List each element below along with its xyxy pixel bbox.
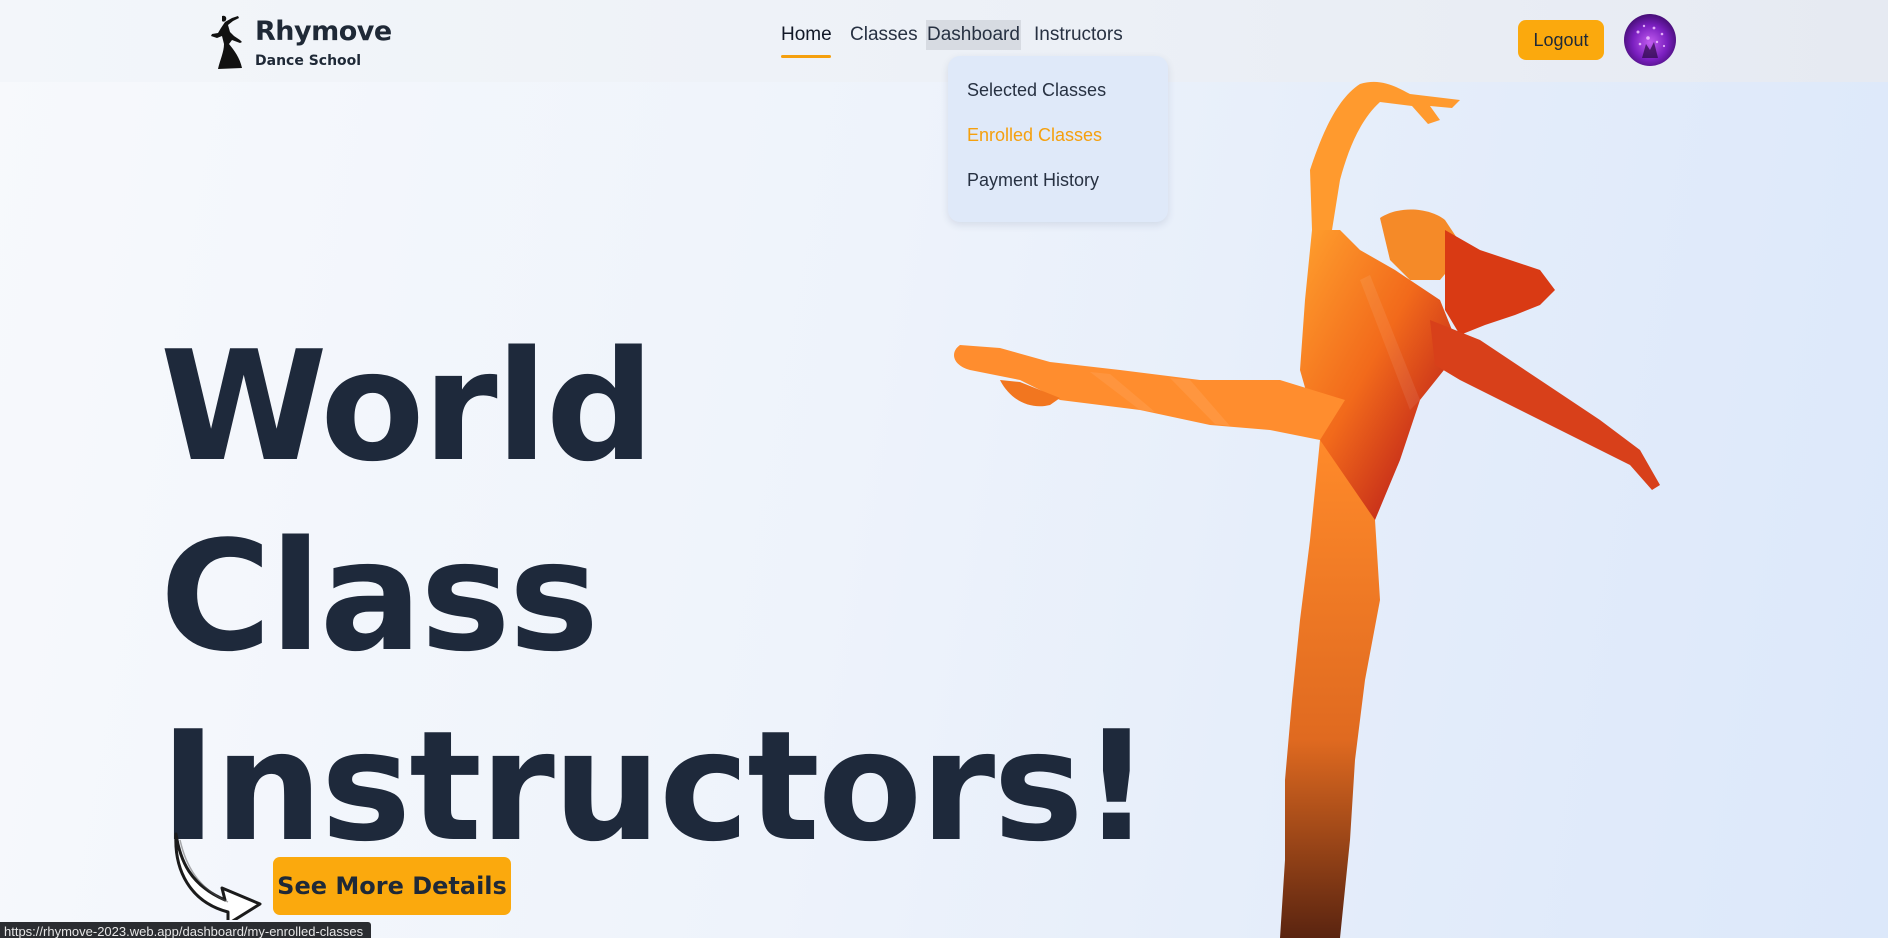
status-bar-url: https://rhymove-2023.web.app/dashboard/m… (0, 922, 372, 938)
logout-button[interactable]: Logout (1518, 20, 1604, 60)
nav-instructors-link[interactable]: Instructors (1034, 20, 1123, 50)
curved-arrow-icon (174, 832, 262, 920)
nav-classes-link[interactable]: Classes (850, 20, 918, 50)
brand-title: Rhymove (255, 16, 392, 47)
hero-line-3: Instructors! (160, 697, 1151, 875)
dancer-illustration (954, 81, 1660, 938)
nav-home-link[interactable]: Home (781, 20, 832, 50)
nav-dashboard-link[interactable]: Dashboard (926, 20, 1021, 50)
hero-title: World Class Instructors! (160, 312, 1151, 882)
hero-line-1: World (160, 317, 655, 495)
hero-line-2: Class (160, 507, 599, 685)
brand-logo[interactable]: Rhymove Dance School (210, 14, 392, 72)
navbar: Rhymove Dance School Home Classes Dashbo… (0, 0, 1888, 82)
see-more-details-button[interactable]: See More Details (273, 857, 511, 915)
avatar[interactable] (1624, 14, 1676, 66)
dancer-silhouette-icon (211, 15, 242, 70)
brand-subtitle: Dance School (255, 53, 362, 69)
active-nav-indicator (781, 55, 831, 58)
avatar-image (1636, 24, 1666, 58)
